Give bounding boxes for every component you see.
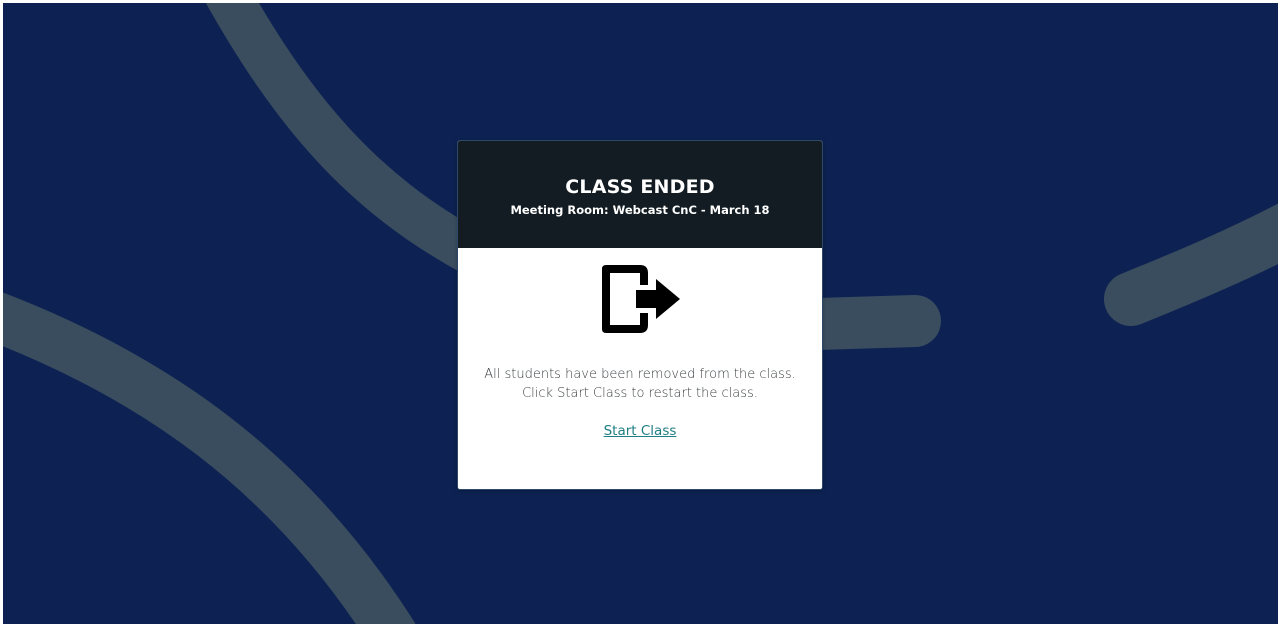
dialog-body: All students have been removed from the …	[458, 248, 822, 489]
dialog-header: CLASS ENDED Meeting Room: Webcast CnC - …	[458, 141, 822, 248]
start-class-container: Start Class	[458, 422, 822, 440]
message-line-2: Click Start Class to restart the class.	[522, 386, 758, 401]
dialog-subtitle: Meeting Room: Webcast CnC - March 18	[510, 203, 770, 217]
exit-icon	[602, 265, 680, 333]
message-line-1: All students have been removed from the …	[484, 367, 796, 382]
decorative-arc-middle	[792, 295, 941, 350]
page-background: CLASS ENDED Meeting Room: Webcast CnC - …	[3, 3, 1278, 624]
dialog-message: All students have been removed from the …	[458, 365, 822, 403]
class-ended-dialog: CLASS ENDED Meeting Room: Webcast CnC - …	[457, 140, 823, 490]
dialog-title: CLASS ENDED	[565, 176, 715, 198]
start-class-link[interactable]: Start Class	[604, 423, 677, 439]
